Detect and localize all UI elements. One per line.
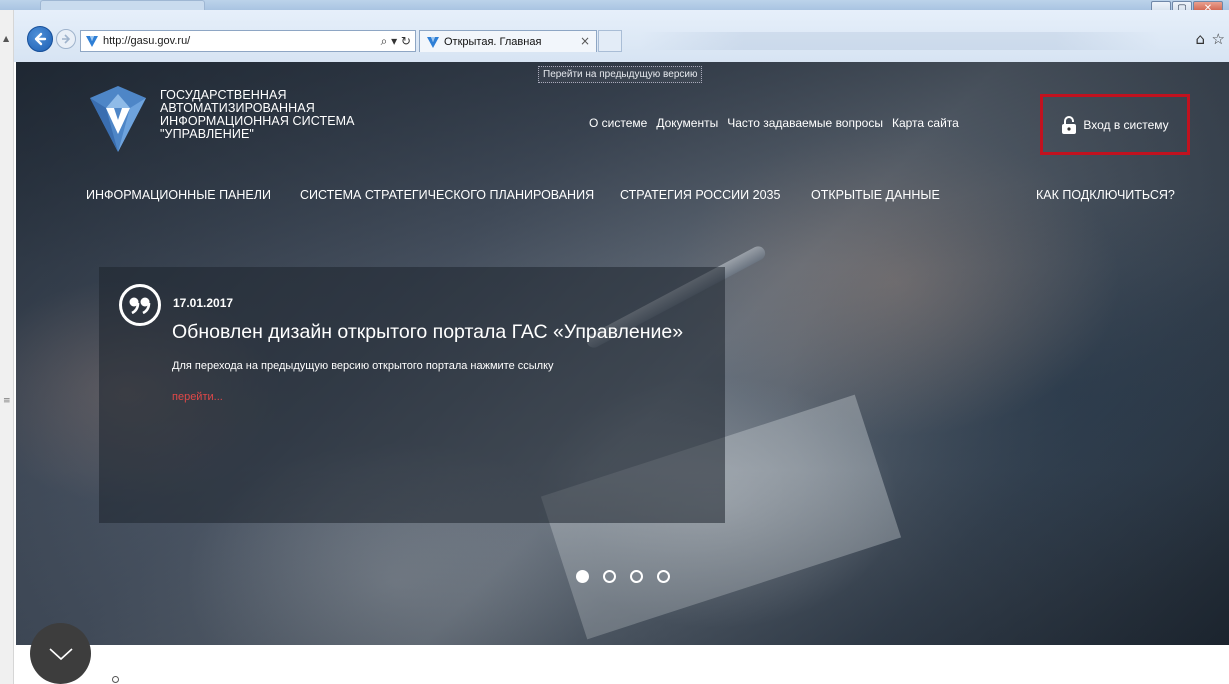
previous-version-link[interactable]: Перейти на предыдущую версию (538, 66, 703, 83)
hero-banner: Перейти на предыдущую версию ГОСУДАРСТВЕ… (16, 62, 1229, 645)
nav-about[interactable]: О системе (589, 116, 647, 130)
scroll-up-icon[interactable]: ▲ (3, 34, 9, 43)
news-read-more-link[interactable]: перейти... (172, 391, 223, 403)
chevron-down-icon (48, 647, 73, 660)
news-text: Для перехода на предыдущую версию открыт… (172, 360, 554, 372)
nav-how-to-connect[interactable]: КАК ПОДКЛЮЧИТЬСЯ? (1036, 188, 1175, 202)
browser-window: ▁ ▢ ✕ http://gasu.gov.ru/ ⌕ ▾ ↻ Открытая… (0, 0, 1229, 684)
carousel-dot[interactable] (657, 570, 670, 583)
carousel-dot[interactable] (576, 570, 589, 583)
favorites-star-icon[interactable]: ☆ (1212, 30, 1225, 48)
search-refresh-icon[interactable]: ⌕ ▾ ↻ (381, 34, 411, 49)
back-button[interactable] (27, 26, 53, 52)
forward-button[interactable] (56, 29, 76, 49)
news-slide: 17.01.2017 Обновлен дизайн открытого пор… (99, 267, 725, 523)
nav-faq[interactable]: Часто задаваемые вопросы (727, 116, 883, 130)
browser-toolbar: http://gasu.gov.ru/ ⌕ ▾ ↻ Открытая. Глав… (0, 10, 1229, 62)
page-scrollbar[interactable]: ▲ ≡ (0, 10, 14, 684)
gasu-logo-icon[interactable] (88, 84, 148, 154)
carousel-dot[interactable] (603, 570, 616, 583)
login-label: Вход в систему (1083, 117, 1169, 132)
home-icon[interactable]: ⌂ (1195, 30, 1205, 48)
news-title: Обновлен дизайн открытого портала ГАС «У… (172, 321, 684, 343)
news-date: 17.01.2017 (173, 296, 234, 310)
brand-line: "УПРАВЛЕНИЕ" (160, 127, 254, 141)
new-tab-button[interactable] (598, 30, 622, 52)
nav-strategic-planning[interactable]: СИСТЕМА СТРАТЕГИЧЕСКОГО ПЛАНИРОВАНИЯ (300, 188, 594, 202)
scroll-down-button[interactable] (30, 623, 91, 684)
quote-icon (119, 284, 161, 326)
scroll-grip-icon[interactable]: ≡ (3, 396, 11, 406)
login-button[interactable]: Вход в систему (1040, 94, 1190, 155)
command-bar-blurred (640, 32, 1160, 50)
address-bar[interactable]: http://gasu.gov.ru/ ⌕ ▾ ↻ (80, 30, 416, 52)
background-tab[interactable] (40, 0, 205, 10)
partial-indicator-dot (112, 676, 119, 683)
nav-open-data[interactable]: ОТКРЫТЫЕ ДАННЫЕ (811, 188, 940, 202)
site-favicon-icon (85, 34, 99, 48)
tab-close-icon[interactable]: × (580, 34, 590, 48)
carousel-dots (576, 570, 670, 583)
arrow-left-icon (34, 32, 47, 46)
main-navigation: ИНФОРМАЦИОННЫЕ ПАНЕЛИ СИСТЕМА СТРАТЕГИЧЕ… (86, 188, 1206, 208)
nav-info-panels[interactable]: ИНФОРМАЦИОННЫЕ ПАНЕЛИ (86, 188, 271, 202)
tab-favicon-icon (426, 35, 440, 49)
address-text: http://gasu.gov.ru/ (103, 35, 191, 47)
nav-strategy-2035[interactable]: СТРАТЕГИЯ РОССИИ 2035 (620, 188, 780, 202)
nav-documents[interactable]: Документы (656, 116, 718, 130)
top-navigation: О системе Документы Часто задаваемые воп… (589, 116, 959, 130)
lock-icon (1062, 115, 1077, 134)
tab-active[interactable]: Открытая. Главная × (419, 30, 597, 52)
nav-sitemap[interactable]: Карта сайта (892, 116, 959, 130)
title-bar: ▁ ▢ ✕ (0, 0, 1229, 17)
tab-title: Открытая. Главная (444, 35, 542, 48)
carousel-dot[interactable] (630, 570, 643, 583)
brand-title: ГОСУДАРСТВЕННАЯ АВТОМАТИЗИРОВАННАЯ ИНФОР… (160, 89, 355, 141)
arrow-right-icon (62, 34, 71, 44)
